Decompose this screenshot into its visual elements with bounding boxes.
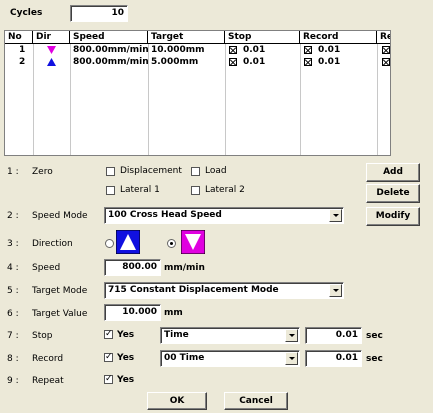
stop-select[interactable]: Time — [160, 327, 300, 344]
speed-label: Speed — [32, 263, 61, 273]
lateral2-label: Lateral 2 — [205, 185, 245, 195]
chevron-down-icon[interactable] — [329, 284, 342, 297]
direction-down-radio[interactable] — [167, 239, 176, 248]
cycles-input[interactable]: 10 — [70, 5, 128, 22]
ok-button[interactable]: OK — [147, 392, 207, 410]
repeat-num: 9 : — [7, 376, 19, 386]
zero-label: Zero — [32, 167, 53, 177]
stop-check-icon — [229, 46, 237, 54]
target-mode-select[interactable]: 715 Constant Displacement Mode — [104, 282, 344, 299]
record-check-icon — [304, 46, 312, 54]
row-speed: 800.00mm/min — [73, 45, 149, 55]
col-target-header: Target — [148, 31, 225, 44]
modify-button[interactable]: Modify — [366, 207, 420, 226]
table-row[interactable]: 2 800.00mm/min 5.000mm 0.01 0.01 — [5, 57, 390, 68]
delete-button[interactable]: Delete — [366, 184, 420, 203]
row-stop: 0.01 — [243, 45, 266, 55]
chevron-down-icon[interactable] — [329, 209, 342, 222]
record-unit: sec — [366, 354, 383, 364]
speed-mode-value: 100 Cross Head Speed — [108, 210, 222, 220]
stop-label: Stop — [32, 331, 53, 341]
stop-check-icon — [229, 58, 237, 66]
direction-label: Direction — [32, 239, 73, 249]
stop-check-label: Yes — [117, 330, 135, 340]
stop-select-value: Time — [164, 330, 189, 340]
col-speed-header: Speed — [70, 31, 148, 44]
steps-table[interactable]: No Dir Speed Target Stop Record Repeat 1… — [4, 30, 391, 156]
up-arrow-icon — [47, 58, 56, 66]
record-checkbox[interactable] — [104, 351, 113, 363]
record-select[interactable]: 00 Time — [160, 350, 300, 367]
cycles-label: Cycles — [10, 8, 43, 18]
record-label: Record — [32, 354, 64, 364]
record-value-input[interactable]: 0.01 — [305, 350, 362, 367]
target-value-unit: mm — [164, 308, 183, 318]
record-select-value: 00 Time — [164, 353, 205, 363]
load-checkbox[interactable] — [191, 167, 200, 176]
speed-mode-num: 2 : — [7, 211, 19, 221]
speed-num: 4 : — [7, 263, 19, 273]
target-mode-label: Target Mode — [32, 286, 88, 296]
row-no: 2 — [19, 57, 26, 67]
col-repeat-header: Repeat — [377, 31, 390, 44]
stop-unit: sec — [366, 331, 383, 341]
target-mode-num: 5 : — [7, 286, 19, 296]
row-record: 0.01 — [318, 57, 341, 67]
stop-checkbox[interactable] — [104, 328, 113, 340]
col-record-header: Record — [300, 31, 377, 44]
table-row[interactable]: 1 800.00mm/min 10.000mm 0.01 0.01 — [5, 45, 390, 56]
speed-mode-label: Speed Mode — [32, 211, 88, 221]
row-speed: 800.00mm/min — [73, 57, 149, 67]
stop-value-input[interactable]: 0.01 — [305, 327, 362, 344]
lateral1-checkbox[interactable] — [106, 186, 115, 195]
repeat-label: Repeat — [32, 376, 64, 386]
target-value-input[interactable]: 10.000 — [104, 304, 161, 321]
record-num: 8 : — [7, 354, 19, 364]
repeat-checkbox[interactable] — [104, 373, 113, 385]
down-arrow-icon — [47, 46, 56, 54]
stop-num: 7 : — [7, 331, 19, 341]
displacement-label: Displacement — [120, 166, 182, 176]
col-stop-header: Stop — [225, 31, 300, 44]
add-button[interactable]: Add — [366, 163, 420, 182]
row-target: 5.000mm — [151, 57, 199, 67]
load-label: Load — [205, 166, 227, 176]
direction-up-radio[interactable] — [105, 239, 114, 248]
direction-num: 3 : — [7, 239, 19, 249]
chevron-down-icon[interactable] — [285, 329, 298, 342]
record-check-icon — [304, 58, 312, 66]
repeat-check-icon — [382, 46, 390, 54]
col-no-header: No — [5, 31, 33, 44]
cancel-button[interactable]: Cancel — [224, 392, 288, 410]
row-record: 0.01 — [318, 45, 341, 55]
col-dir-header: Dir — [33, 31, 70, 44]
zero-num: 1 : — [7, 167, 19, 177]
target-mode-value: 715 Constant Displacement Mode — [108, 285, 279, 295]
row-target: 10.000mm — [151, 45, 205, 55]
repeat-check-icon — [382, 58, 390, 66]
lateral1-label: Lateral 1 — [120, 185, 160, 195]
repeat-check-label: Yes — [117, 375, 135, 385]
row-no: 1 — [19, 45, 26, 55]
record-check-label: Yes — [117, 353, 135, 363]
speed-mode-select[interactable]: 100 Cross Head Speed — [104, 207, 344, 224]
lateral2-checkbox[interactable] — [191, 186, 200, 195]
row-stop: 0.01 — [243, 57, 266, 67]
target-value-num: 6 : — [7, 309, 19, 319]
displacement-checkbox[interactable] — [106, 167, 115, 176]
speed-input[interactable]: 800.00 — [104, 259, 161, 276]
down-arrow-icon[interactable] — [181, 230, 205, 254]
speed-unit: mm/min — [164, 263, 205, 273]
target-value-label: Target Value — [32, 309, 88, 319]
up-arrow-icon[interactable] — [116, 230, 140, 254]
chevron-down-icon[interactable] — [285, 352, 298, 365]
